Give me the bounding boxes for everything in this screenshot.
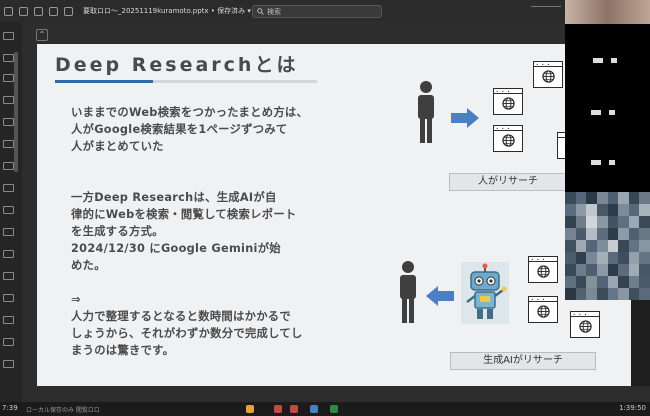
slide[interactable]: Deep Researchとは いままでのWeb検索をつかったまとめ方は、 人が… [37, 44, 631, 386]
body-line: 人力で整理するとなると数時間はかかるで [71, 310, 292, 323]
thumbnail-icon[interactable] [3, 250, 14, 258]
title-underline-accent [55, 80, 153, 83]
thumbnail-icon[interactable] [3, 228, 14, 236]
thumbnail-icon[interactable] [3, 294, 14, 302]
thumbnail-icon[interactable] [3, 96, 14, 104]
status-area [22, 386, 650, 402]
person-icon [400, 261, 416, 323]
browser-globe-icon: • • • [493, 88, 523, 115]
webcam-blur [591, 110, 601, 115]
browser-globe-icon: • • • [528, 256, 558, 283]
taskbar-app-icon[interactable] [274, 405, 282, 413]
quick-access-toolbar [0, 6, 73, 16]
undo-icon[interactable] [34, 6, 43, 16]
thumbnail-icon[interactable] [3, 140, 14, 148]
slide-title: Deep Researchとは [55, 54, 299, 76]
slide-body-text: いままでのWeb検索をつかったまとめ方は、 人がGoogle検索結果を1ページず… [71, 104, 361, 359]
body-line: 2024/12/30 にGoogle Geminiが始 [71, 242, 281, 255]
body-line: 人がまとめていた [71, 140, 164, 153]
body-line: ⇒ [71, 293, 81, 306]
taskbar-app-icon[interactable] [310, 405, 318, 413]
taskbar-app-icon[interactable] [330, 405, 338, 413]
thumbnail-icon[interactable] [3, 316, 14, 324]
thumbnail-icon[interactable] [3, 118, 14, 126]
search-placeholder: 検索 [267, 7, 281, 16]
caption-ai-research: 生成AIがリサーチ [450, 352, 596, 370]
webcam-strip [565, 0, 650, 300]
slide-thumbnail-rail[interactable] [0, 22, 22, 402]
thumbnail-icon[interactable] [3, 360, 14, 368]
thumbnail-icon[interactable] [3, 206, 14, 214]
body-line: 人がGoogle検索結果を1ページずつみて [71, 123, 288, 136]
browser-globe-icon: • • • [570, 311, 600, 338]
document-title[interactable]: 要取ロロ～_20251119kuramoto.pptx • 保存済み ▾ [83, 6, 251, 16]
taskbar-clock: 1:39:50 [619, 404, 646, 412]
collapse-pane-button[interactable]: ⌃ [36, 29, 48, 41]
webcam-blur [611, 58, 617, 63]
thumbnail-icon[interactable] [3, 338, 14, 346]
body-line: 律的にWebを検索・閲覧して検索レポート [71, 208, 297, 221]
body-line: を生成する方式。 [71, 225, 164, 238]
person-icon [418, 81, 434, 143]
taskbar-app-icon[interactable] [290, 405, 298, 413]
browser-globe-icon: • • • [493, 125, 523, 152]
body-line: まうのは驚きです。 [71, 344, 175, 357]
webcam-tile [565, 0, 650, 24]
taskbar: 7:39 ローカル保存のみ 閲覧ロロ 1:39:50 [0, 402, 650, 416]
robot-icon [461, 262, 509, 324]
thumbnail-icon[interactable] [3, 74, 14, 82]
body-line: いままでのWeb検索をつかったまとめ方は、 [71, 106, 309, 119]
minimize-button[interactable] [531, 6, 561, 15]
present-icon[interactable] [64, 6, 73, 16]
redo-icon[interactable] [49, 6, 58, 16]
title-bar: 要取ロロ～_20251119kuramoto.pptx • 保存済み ▾ 検索 [0, 0, 565, 22]
thumbnail-icon[interactable] [3, 54, 14, 62]
body-line: しょうから、それがわずか数分で完成してし [71, 327, 303, 340]
title-underline [55, 80, 317, 83]
browser-globe-icon: • • • [528, 296, 558, 323]
thumbnail-icon[interactable] [3, 162, 14, 170]
taskbar-app-icon[interactable] [246, 405, 254, 413]
arrow-left-icon [426, 286, 454, 306]
body-line: 一方Deep Researchは、生成AIが自 [71, 191, 277, 204]
search-icon [257, 8, 264, 15]
search-box[interactable]: 検索 [252, 5, 382, 18]
rail-scrollbar[interactable] [14, 52, 18, 172]
taskbar-status: ローカル保存のみ 閲覧ロロ [26, 407, 100, 414]
webcam-blur [591, 160, 601, 165]
webcam-blur [609, 110, 615, 115]
save-icon[interactable] [19, 6, 28, 16]
browser-globe-icon: • • • [533, 61, 563, 88]
thumbnail-icon[interactable] [3, 272, 14, 280]
caption-human-research: 人がリサーチ [449, 173, 567, 191]
webcam-blur [609, 160, 615, 165]
taskbar-time-left: 7:39 [2, 404, 18, 412]
webcam-tile-pixelated [565, 192, 650, 300]
arrow-right-icon [451, 108, 479, 128]
thumbnail-icon[interactable] [3, 184, 14, 192]
autosave-icon[interactable] [4, 6, 13, 16]
powerpoint-window: 要取ロロ～_20251119kuramoto.pptx • 保存済み ▾ 検索 … [0, 0, 650, 416]
webcam-blur [593, 58, 603, 63]
body-line: めた。 [71, 259, 106, 272]
thumbnail-icon[interactable] [3, 32, 14, 40]
